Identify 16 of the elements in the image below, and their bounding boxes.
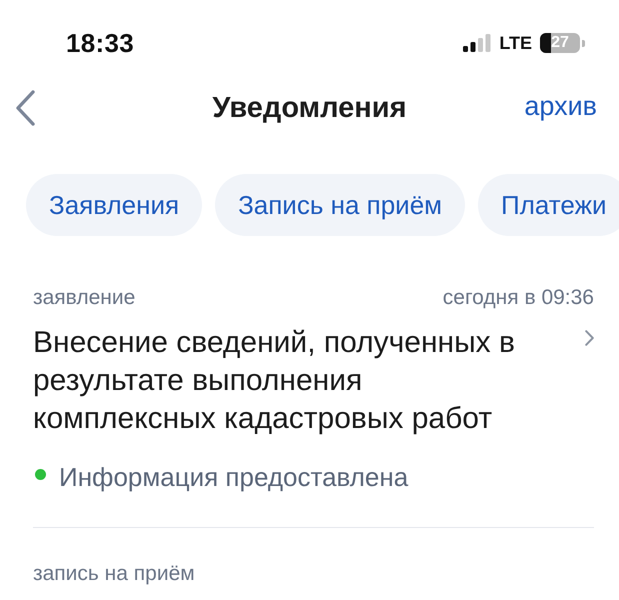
filter-tab[interactable]: Заявления	[26, 174, 202, 236]
signal-icon	[463, 34, 492, 52]
back-button[interactable]	[14, 89, 36, 127]
notification-category: заявление	[33, 286, 136, 310]
screen-title: Уведомления	[212, 92, 407, 124]
notification-time: сегодня в 09:36	[442, 286, 594, 310]
filter-tab[interactable]: Платежи	[478, 174, 619, 236]
back-chevron-icon	[14, 89, 36, 127]
status-time: 18:33	[66, 28, 134, 58]
filter-tab[interactable]: Запись на приём	[215, 174, 466, 236]
notification-title[interactable]: Внесение сведений, полученных в результате выполнения комплексных кадастровых работ	[33, 324, 533, 438]
network-label: LTE	[499, 32, 532, 54]
archive-link[interactable]: архив	[524, 91, 597, 122]
notification-category: запись на приём	[33, 562, 195, 586]
chevron-right-icon[interactable]	[585, 330, 594, 346]
notification-status: Информация предоставлена	[59, 462, 408, 493]
